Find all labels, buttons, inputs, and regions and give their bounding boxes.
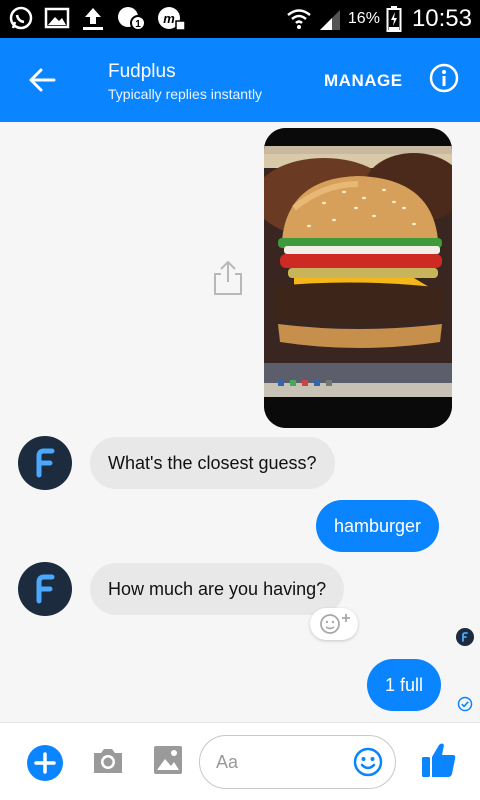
svg-text:1: 1 — [135, 19, 141, 30]
message-bubble-outgoing[interactable]: 1 full — [367, 659, 442, 711]
add-reaction-button[interactable] — [310, 608, 358, 640]
back-arrow-icon[interactable] — [24, 62, 60, 98]
check-icon — [457, 696, 473, 712]
smiley-add-icon — [320, 614, 350, 634]
message-bubble-outgoing[interactable]: hamburger — [316, 500, 440, 552]
hamburger-photo — [264, 128, 452, 428]
clock: 10:53 — [411, 5, 472, 32]
fudplus-logo-icon — [36, 448, 55, 478]
system-indicators: 16% 10:53 — [286, 0, 472, 38]
fudplus-logo-icon — [36, 574, 55, 604]
notification-icons: 1 m — [8, 5, 186, 31]
upload-icon — [83, 8, 103, 30]
wifi-icon — [287, 9, 311, 29]
message-input[interactable] — [216, 750, 346, 774]
message-list[interactable]: What's the closest guess? hamburger How … — [0, 122, 480, 722]
whatsapp-icon — [9, 6, 33, 30]
composer-bar — [0, 722, 480, 800]
thumbs-up-icon[interactable] — [421, 741, 457, 779]
battery-percent: 16% — [347, 10, 380, 27]
battery-icon — [386, 6, 402, 32]
messenger-icon: 1 — [118, 7, 146, 31]
camera-icon[interactable] — [92, 747, 124, 775]
manage-button[interactable]: MANAGE — [324, 71, 403, 91]
message-input-box[interactable] — [199, 735, 396, 789]
info-icon[interactable] — [429, 63, 459, 93]
signal-icon — [319, 10, 340, 30]
seen-indicator-icon — [456, 628, 474, 646]
message-bubble-incoming[interactable]: What's the closest guess? — [90, 437, 335, 489]
emoji-icon[interactable] — [353, 747, 383, 777]
status-bar: 1 m 16% 10:53 — [0, 0, 480, 38]
bot-avatar[interactable] — [18, 562, 72, 616]
photo-message[interactable] — [264, 128, 452, 428]
bot-avatar[interactable] — [18, 436, 72, 490]
app-m-icon: m — [158, 7, 186, 31]
conversation-header: Fudplus Typically replies instantly MANA… — [0, 38, 480, 122]
share-icon[interactable] — [212, 260, 244, 296]
svg-text:m: m — [163, 11, 175, 26]
gallery-icon — [44, 7, 70, 29]
plus-icon[interactable] — [26, 744, 64, 782]
page-subtitle: Typically replies instantly — [108, 86, 263, 102]
message-bubble-incoming[interactable]: How much are you having? — [90, 563, 345, 615]
page-title[interactable]: Fudplus — [108, 61, 176, 83]
image-icon[interactable] — [153, 745, 183, 775]
